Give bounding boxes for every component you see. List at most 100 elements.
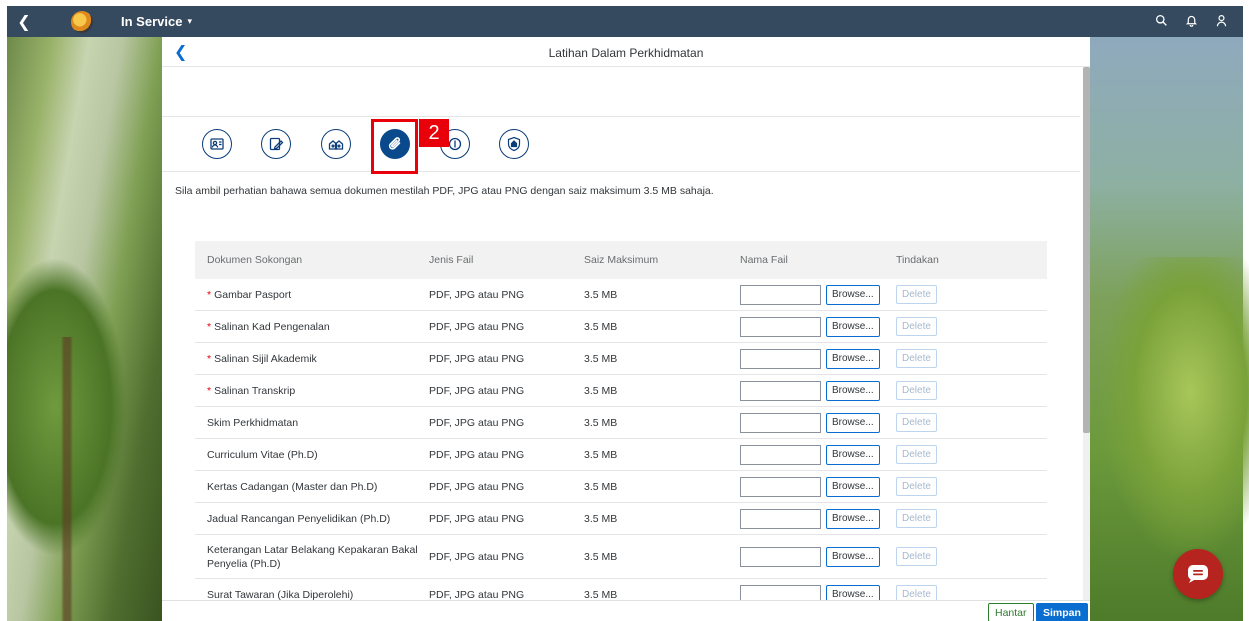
- max-size-cell: 3.5 MB: [584, 448, 618, 461]
- document-name-cell: Curriculum Vitae (Ph.D): [195, 448, 429, 462]
- document-name-cell: Kertas Cadangan (Master dan Ph.D): [195, 480, 429, 494]
- document-name: Gambar Pasport: [214, 288, 292, 301]
- browse-button[interactable]: Browse...: [826, 348, 880, 369]
- save-button[interactable]: Simpan: [1036, 603, 1088, 621]
- file-name-input[interactable]: [740, 546, 821, 567]
- browse-button[interactable]: Browse...: [826, 284, 880, 305]
- document-name: Jadual Rancangan Penyelidikan (Ph.D): [207, 512, 391, 525]
- shell-bar: ❮ In Service ▾: [7, 6, 1243, 37]
- browse-button[interactable]: Browse...: [826, 508, 880, 529]
- submit-button[interactable]: Hantar: [988, 603, 1034, 621]
- max-size-cell: 3.5 MB: [584, 416, 618, 429]
- file-name-input[interactable]: [740, 380, 821, 401]
- file-type-cell: PDF, JPG atau PNG: [429, 480, 525, 493]
- document-name-cell: Skim Perkhidmatan: [195, 416, 429, 430]
- file-name-input[interactable]: [740, 284, 821, 305]
- file-name-cell: Browse...: [740, 476, 896, 497]
- file-name-input[interactable]: [740, 412, 821, 433]
- delete-button[interactable]: Delete: [896, 349, 937, 368]
- file-type-cell: PDF, JPG atau PNG: [429, 384, 525, 397]
- bell-icon[interactable]: [1183, 14, 1199, 30]
- max-size-cell: 3.5 MB: [584, 480, 618, 493]
- delete-button[interactable]: Delete: [896, 317, 937, 336]
- required-marker: *: [207, 352, 212, 365]
- money-icon: [448, 137, 462, 151]
- file-name-cell: Browse...: [740, 508, 896, 529]
- table-row: * Salinan Sijil Akademik PDF, JPG atau PNG…: [195, 343, 1047, 375]
- table-row: Jadual Rancangan Penyelidikan (Ph.D) PDF,…: [195, 503, 1047, 535]
- tab-personal-info[interactable]: [202, 129, 232, 159]
- max-size-cell: 3.5 MB: [584, 288, 618, 301]
- action-cell: Delete: [896, 509, 1047, 528]
- tab-declaration[interactable]: [499, 129, 529, 159]
- delete-button[interactable]: Delete: [896, 413, 937, 432]
- file-name-cell: Browse...: [740, 546, 896, 567]
- file-name-input[interactable]: [740, 316, 821, 337]
- document-name-cell: * Salinan Sijil Akademik: [195, 352, 429, 366]
- file-name-input[interactable]: [740, 444, 821, 465]
- delete-button[interactable]: Delete: [896, 285, 937, 304]
- tab-family[interactable]: [321, 129, 351, 159]
- file-name-input[interactable]: [740, 508, 821, 529]
- back-icon[interactable]: ❮: [9, 12, 39, 32]
- delete-button[interactable]: Delete: [896, 547, 937, 566]
- col-header-file-type: Jenis Fail: [429, 254, 474, 266]
- vertical-scrollbar[interactable]: [1083, 67, 1090, 621]
- browse-button[interactable]: Browse...: [826, 412, 880, 433]
- file-type-cell: PDF, JPG atau PNG: [429, 512, 525, 525]
- frame-edge: [0, 0, 7, 621]
- browse-button[interactable]: Browse...: [826, 380, 880, 401]
- file-name-input[interactable]: [740, 348, 821, 369]
- table-header: Dokumen Sokongan Jenis Fail Saiz Maksimu…: [195, 241, 1047, 279]
- action-cell: Delete: [896, 381, 1047, 400]
- chat-button[interactable]: [1173, 549, 1223, 599]
- max-size-cell: 3.5 MB: [584, 320, 618, 333]
- upload-notice: Sila ambil perhatian bahawa semua dokume…: [175, 185, 714, 197]
- browse-button[interactable]: Browse...: [826, 316, 880, 337]
- shield-icon: [507, 136, 521, 152]
- max-size-cell: 3.5 MB: [584, 384, 618, 397]
- delete-button[interactable]: Delete: [896, 445, 937, 464]
- col-header-file-name: Nama Fail: [740, 254, 788, 266]
- chat-icon: [1188, 565, 1208, 583]
- search-icon[interactable]: [1153, 14, 1169, 30]
- file-type-cell: PDF, JPG atau PNG: [429, 550, 525, 563]
- document-name: Salinan Transkrip: [214, 384, 296, 397]
- shell-actions: [1153, 14, 1229, 30]
- col-header-action: Tindakan: [896, 254, 939, 266]
- delete-button[interactable]: Delete: [896, 477, 937, 496]
- document-name-cell: * Salinan Transkrip: [195, 384, 429, 398]
- browse-button[interactable]: Browse...: [826, 444, 880, 465]
- file-type-cell: PDF, JPG atau PNG: [429, 448, 525, 461]
- col-header-document: Dokumen Sokongan: [207, 254, 303, 266]
- browse-button[interactable]: Browse...: [826, 546, 880, 567]
- tab-edit-form[interactable]: [261, 129, 291, 159]
- max-size-cell: 3.5 MB: [584, 588, 618, 601]
- action-cell: Delete: [896, 477, 1047, 496]
- file-name-input[interactable]: [740, 476, 821, 497]
- user-icon[interactable]: [1213, 14, 1229, 30]
- delete-button[interactable]: Delete: [896, 509, 937, 528]
- app-logo[interactable]: [71, 10, 93, 33]
- document-name: Curriculum Vitae (Ph.D): [207, 448, 318, 461]
- tab-attachments[interactable]: [380, 129, 410, 174]
- file-name-cell: Browse...: [740, 284, 896, 305]
- action-cell: Delete: [896, 317, 1047, 336]
- browse-button[interactable]: Browse...: [826, 476, 880, 497]
- page-header: ❮ Latihan Dalam Perkhidmatan: [162, 37, 1090, 67]
- table-row: Keterangan Latar Belakang Kepakaran Baka…: [195, 535, 1047, 579]
- app-title-menu[interactable]: In Service ▾: [121, 14, 192, 29]
- scrollbar-thumb[interactable]: [1083, 67, 1090, 433]
- file-type-cell: PDF, JPG atau PNG: [429, 352, 525, 365]
- required-marker: *: [207, 384, 212, 397]
- main-panel: ❮ Latihan Dalam Perkhidmatan 2 Sila ambi…: [162, 37, 1090, 621]
- table-body: * Gambar Pasport PDF, JPG atau PNG 3.5 MB Br…: [195, 279, 1047, 611]
- document-name-cell: Keterangan Latar Belakang Kepakaran Baka…: [195, 543, 429, 571]
- file-name-cell: Browse...: [740, 444, 896, 465]
- table-row: * Salinan Transkrip PDF, JPG atau PNG 3.5 M…: [195, 375, 1047, 407]
- delete-button[interactable]: Delete: [896, 381, 937, 400]
- document-name: Keterangan Latar Belakang Kepakaran Baka…: [207, 543, 418, 570]
- document-name-cell: * Salinan Kad Pengenalan: [195, 320, 429, 334]
- file-name-cell: Browse...: [740, 380, 896, 401]
- file-type-cell: PDF, JPG atau PNG: [429, 320, 525, 333]
